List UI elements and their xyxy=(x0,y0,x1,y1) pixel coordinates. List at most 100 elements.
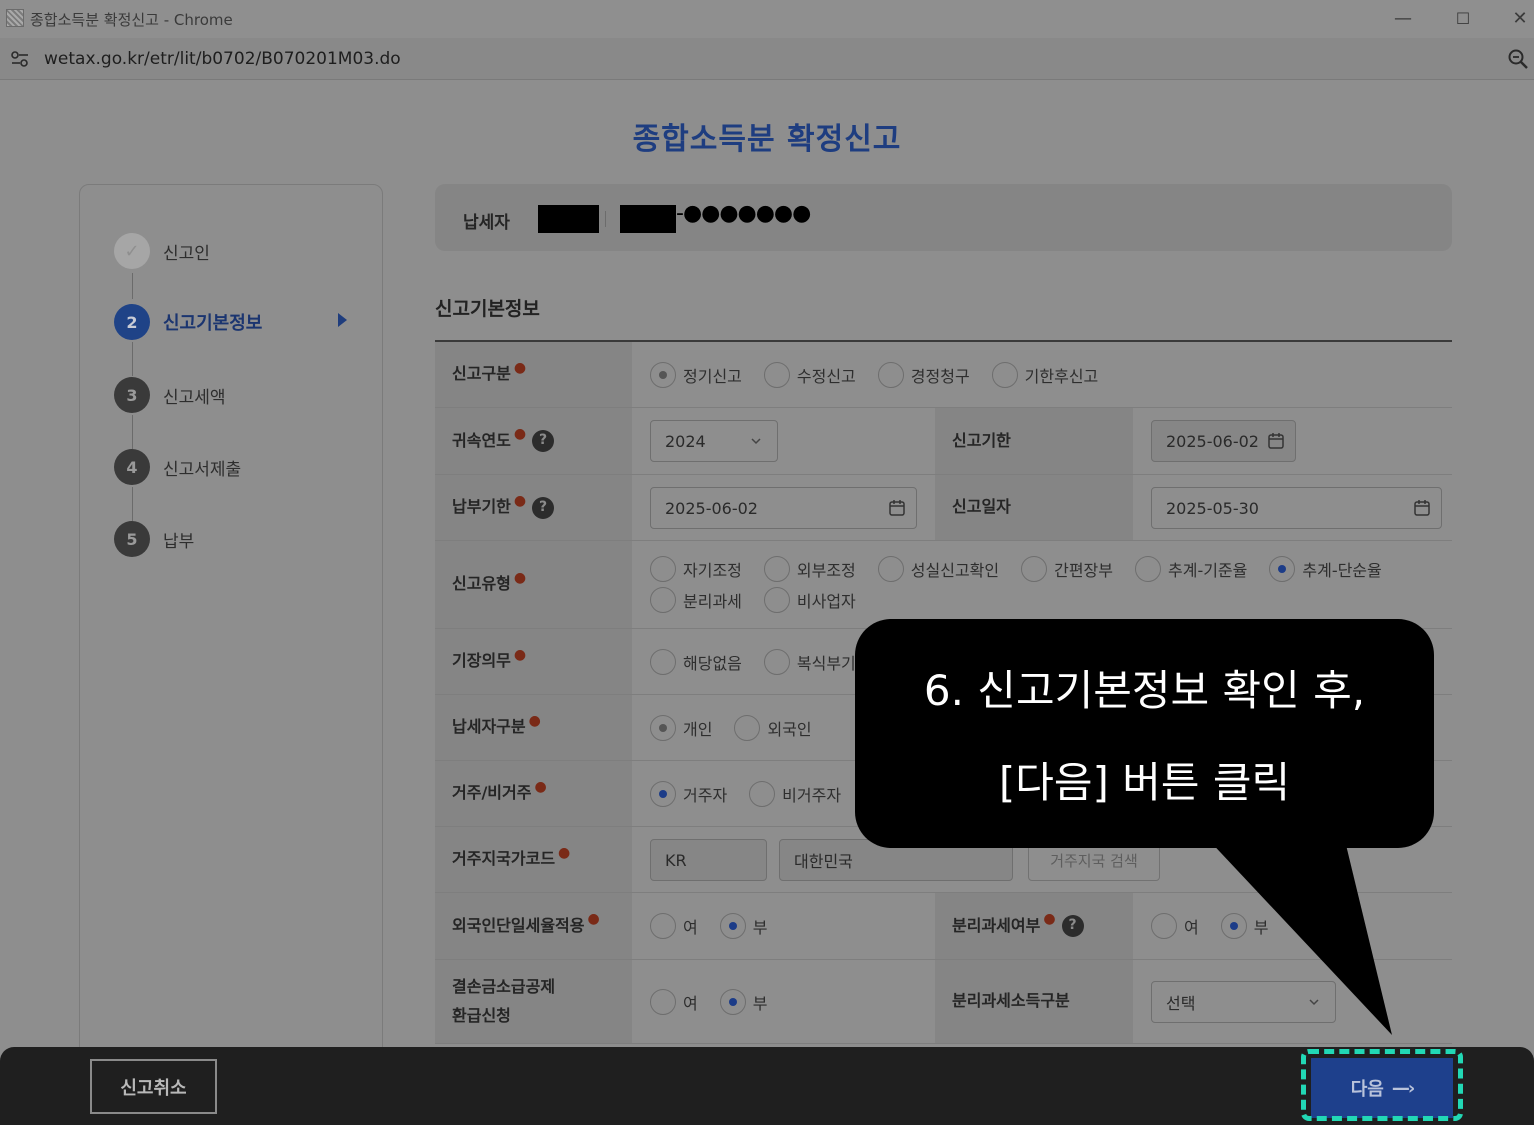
radio-none[interactable]: 해당없음 xyxy=(650,646,742,677)
url-text[interactable]: wetax.go.kr/etr/lit/b0702/B070201M03.do xyxy=(44,49,401,69)
radio-icon[interactable] xyxy=(1135,556,1161,582)
radio-icon[interactable] xyxy=(877,361,904,388)
option-label: 비거주자 xyxy=(782,785,842,805)
label-text: 거주/비거주 xyxy=(452,783,532,803)
radio-regular[interactable]: 정기신고 xyxy=(650,359,742,390)
maximize-icon[interactable]: ☐ xyxy=(1449,6,1477,32)
option-label: 외국인 xyxy=(767,719,812,739)
option-label: 수정신고 xyxy=(796,366,856,386)
help-icon[interactable]: ? xyxy=(532,496,555,519)
chevron-down-icon xyxy=(751,438,761,445)
radio-correction[interactable]: 경정청구 xyxy=(877,359,970,390)
report-deadline-field[interactable]: 2025-06-02 xyxy=(1151,420,1296,462)
radio-icon[interactable] xyxy=(749,780,776,807)
step-3: 3 신고세액 xyxy=(114,376,226,414)
option-label: 거주자 xyxy=(683,785,728,805)
radio-icon[interactable] xyxy=(650,913,676,939)
step-label: 신고세액 xyxy=(163,387,226,408)
help-icon[interactable]: ? xyxy=(1061,915,1084,937)
page-title: 종합소득분 확정신고 xyxy=(632,122,902,157)
country-code-field[interactable]: KR xyxy=(650,839,767,881)
radio-estimate-simple[interactable]: 추계-단순율 xyxy=(1269,554,1382,585)
radio-icon[interactable] xyxy=(719,988,746,1015)
radio-non-business[interactable]: 비사업자 xyxy=(763,585,856,616)
taxpayer-type-options: 개인 외국인 xyxy=(650,695,834,760)
step-connector xyxy=(132,273,133,299)
radio-icon[interactable] xyxy=(763,556,790,582)
radio-icon[interactable] xyxy=(650,556,676,582)
label-text: 분리과세여부 xyxy=(952,915,1041,935)
radio-no[interactable]: 부 xyxy=(719,911,767,942)
bookkeeping-options: 해당없음 복식부기 xyxy=(650,629,878,694)
radio-icon[interactable] xyxy=(650,988,676,1015)
radio-double-entry[interactable]: 복식부기 xyxy=(763,646,856,677)
radio-simple-book[interactable]: 간편장부 xyxy=(1021,554,1113,585)
radio-individual[interactable]: 개인 xyxy=(650,712,712,743)
step-connector xyxy=(132,342,133,376)
label-text: 거주지국가코드 xyxy=(452,849,556,869)
radio-yes[interactable]: 여 xyxy=(650,911,698,942)
radio-icon[interactable] xyxy=(650,648,676,675)
callout-pointer xyxy=(1190,820,1392,1035)
label-text: 납부기한 xyxy=(452,497,511,517)
radio-non-resident[interactable]: 비거주자 xyxy=(749,778,841,809)
label-text: 결손금소급공제 xyxy=(452,976,556,996)
radio-icon[interactable] xyxy=(991,361,1018,388)
calendar-icon[interactable] xyxy=(1267,432,1285,450)
redacted-id xyxy=(620,205,676,233)
radio-foreigner[interactable]: 외국인 xyxy=(734,712,812,743)
tax-year-select[interactable]: 2024 xyxy=(650,420,778,462)
zoom-icon[interactable] xyxy=(1506,47,1530,71)
radio-icon[interactable] xyxy=(650,780,676,807)
radio-icon[interactable] xyxy=(1021,556,1048,582)
option-label: 부 xyxy=(752,993,768,1013)
radio-sincere-report[interactable]: 성실신고확인 xyxy=(877,554,999,585)
report-deadline-label: 신고기한 xyxy=(935,408,1133,474)
required-mark: ● xyxy=(513,569,527,586)
radio-amended[interactable]: 수정신고 xyxy=(763,359,856,390)
foreign-flat-rate-label: 외국인단일세율적용 ● xyxy=(435,893,632,959)
option-label: 개인 xyxy=(683,719,713,739)
radio-icon[interactable] xyxy=(650,587,676,613)
minimize-icon[interactable]: — xyxy=(1389,6,1417,32)
calendar-icon[interactable] xyxy=(1413,499,1431,517)
required-mark: ● xyxy=(528,712,541,729)
step-label: 신고인 xyxy=(163,243,210,264)
radio-icon[interactable] xyxy=(1269,556,1296,582)
radio-icon[interactable] xyxy=(763,648,790,675)
radio-icon[interactable] xyxy=(763,361,790,388)
close-icon[interactable]: ✕ xyxy=(1506,6,1534,32)
radio-no[interactable]: 부 xyxy=(719,986,768,1017)
radio-icon[interactable] xyxy=(877,556,904,582)
taxpayer-label: 납세자 xyxy=(463,213,510,233)
label-text: 신고유형 xyxy=(452,574,511,594)
site-settings-icon[interactable] xyxy=(10,50,30,68)
country-code-label: 거주지국가코드 ● xyxy=(435,827,632,892)
report-date-field[interactable]: 2025-05-30 xyxy=(1151,487,1442,529)
radio-external-adjust[interactable]: 외부조정 xyxy=(763,554,856,585)
report-date-label: 신고일자 xyxy=(935,475,1133,540)
option-label: 자기조정 xyxy=(683,561,742,580)
help-icon[interactable]: ? xyxy=(532,430,555,452)
option-label: 여 xyxy=(683,918,698,937)
radio-self-adjust[interactable]: 자기조정 xyxy=(650,554,742,585)
radio-yes[interactable]: 여 xyxy=(650,986,698,1017)
radio-estimate-standard[interactable]: 추계-기준율 xyxy=(1135,554,1247,585)
radio-resident[interactable]: 거주자 xyxy=(650,778,727,809)
payment-deadline-label: 납부기한 ●? xyxy=(435,475,632,540)
radio-icon[interactable] xyxy=(734,714,761,741)
step-number: 2 xyxy=(114,304,150,340)
calendar-icon[interactable] xyxy=(888,499,906,517)
window-title: 종합소득분 확정신고 - Chrome xyxy=(30,11,233,29)
radio-icon[interactable] xyxy=(719,913,746,939)
cancel-report-button[interactable]: 신고취소 xyxy=(90,1059,217,1114)
radio-icon[interactable] xyxy=(650,714,676,741)
loss-refund-label: 결손금소급공제 환급신청 xyxy=(435,960,632,1043)
radio-separate-tax[interactable]: 분리과세 xyxy=(650,585,742,616)
payment-deadline-field[interactable]: 2025-06-02 xyxy=(650,487,917,529)
redacted-name xyxy=(538,205,599,233)
radio-icon[interactable] xyxy=(763,587,790,613)
radio-late[interactable]: 기한후신고 xyxy=(991,359,1098,390)
radio-icon[interactable] xyxy=(650,361,676,388)
label-text: 납세자구분 xyxy=(452,717,526,737)
